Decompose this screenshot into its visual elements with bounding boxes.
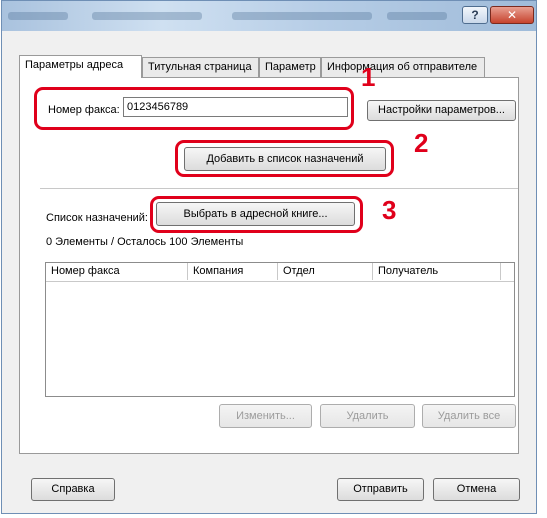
column-header-fax-number[interactable]: Номер факса xyxy=(46,263,188,280)
tab-sender-info[interactable]: Информация об отправителе xyxy=(321,57,485,77)
send-button[interactable]: Отправить xyxy=(337,478,424,501)
column-header-department[interactable]: Отдел xyxy=(278,263,373,280)
close-icon[interactable]: ✕ xyxy=(490,6,534,24)
blurred-title-segment xyxy=(8,12,68,20)
separator xyxy=(40,188,518,189)
settings-button[interactable]: Настройки параметров... xyxy=(367,100,516,121)
delete-all-button[interactable]: Удалить все xyxy=(422,404,516,428)
cancel-button[interactable]: Отмена xyxy=(433,478,520,501)
tab-parameter[interactable]: Параметр xyxy=(259,57,321,77)
help-button[interactable]: Справка xyxy=(31,478,115,501)
title-bar[interactable]: ? ✕ xyxy=(2,1,536,31)
destination-list-header: Номер факса Компания Отдел Получатель xyxy=(46,263,514,282)
destination-count: 0 Элементы / Осталось 100 Элементы xyxy=(46,236,244,248)
delete-button[interactable]: Удалить xyxy=(320,404,415,428)
add-to-destinations-button[interactable]: Добавить в список назначений xyxy=(184,147,386,171)
address-book-button[interactable]: Выбрать в адресной книге... xyxy=(156,202,355,226)
column-header-company[interactable]: Компания xyxy=(188,263,278,280)
tab-address-settings[interactable]: Параметры адреса xyxy=(19,55,142,78)
edit-button[interactable]: Изменить... xyxy=(219,404,312,428)
fax-number-label: Номер факса: xyxy=(48,104,120,116)
callout-3-number: 3 xyxy=(382,195,397,225)
fax-number-input[interactable] xyxy=(123,97,348,117)
help-icon[interactable]: ? xyxy=(462,6,488,24)
callout-1-number: 1 xyxy=(361,62,376,92)
tab-cover-page[interactable]: Титульная страница xyxy=(142,57,259,77)
blurred-title-segment xyxy=(92,12,202,20)
callout-2-number: 2 xyxy=(414,128,429,158)
destination-list-label: Список назначений: xyxy=(46,212,148,224)
blurred-title-segment xyxy=(232,12,372,20)
destination-list[interactable]: Номер факса Компания Отдел Получатель xyxy=(45,262,515,397)
column-header-recipient[interactable]: Получатель xyxy=(373,263,501,280)
blurred-title-segment xyxy=(387,12,447,20)
